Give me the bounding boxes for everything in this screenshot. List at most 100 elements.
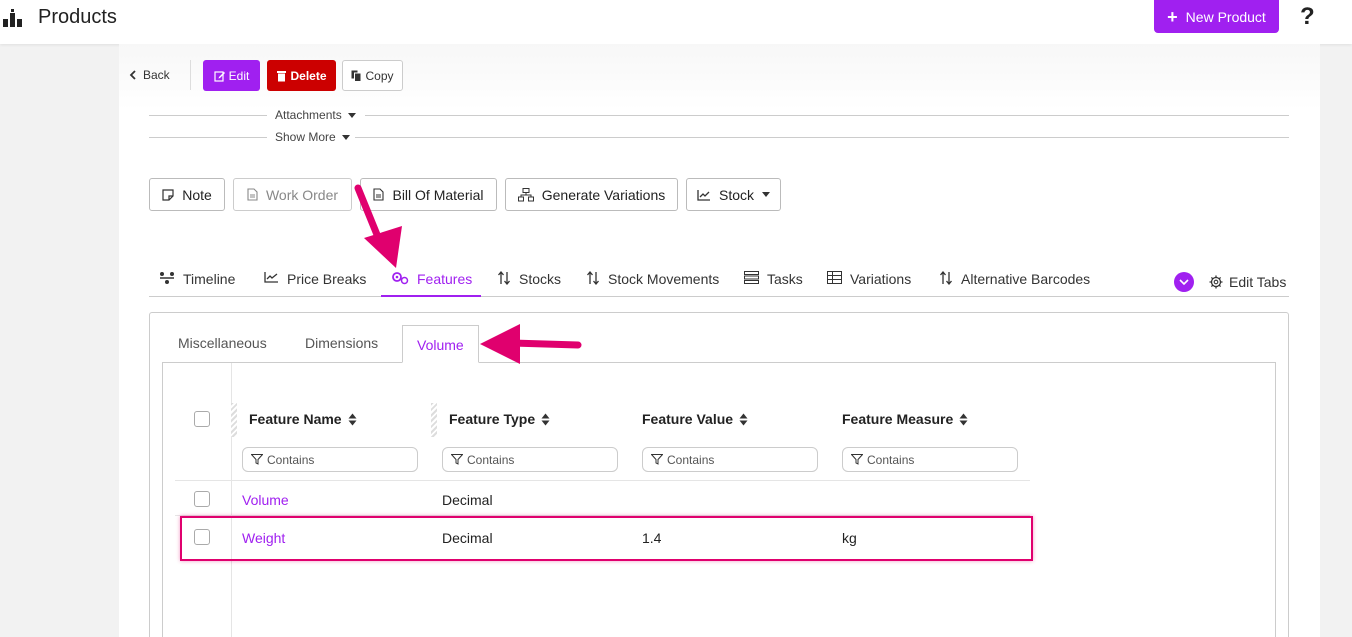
tab-label: Stock Movements bbox=[608, 271, 720, 287]
column-header-feature-type[interactable]: Feature Type bbox=[449, 411, 550, 427]
note-icon bbox=[162, 188, 174, 201]
filter-feature-name[interactable]: Contains bbox=[242, 447, 418, 472]
sort-icon bbox=[541, 413, 550, 425]
chart-line-icon bbox=[264, 272, 278, 283]
subtab-dimensions[interactable]: Dimensions bbox=[305, 335, 378, 351]
top-bar: Products + New Product ? bbox=[0, 0, 1352, 44]
caret-down-icon bbox=[347, 113, 356, 119]
tab-label: Price Breaks bbox=[287, 271, 367, 287]
bill-of-material-button[interactable]: Bill Of Material bbox=[360, 178, 497, 211]
edit-label: Edit bbox=[228, 68, 250, 83]
filter-placeholder: Contains bbox=[867, 452, 915, 467]
filter-feature-measure[interactable]: Contains bbox=[842, 447, 1018, 472]
work-order-button[interactable]: Work Order bbox=[233, 178, 352, 211]
tab-tasks[interactable]: Tasks bbox=[744, 271, 803, 297]
column-header-feature-value[interactable]: Feature Value bbox=[642, 411, 748, 427]
note-button[interactable]: Note bbox=[149, 178, 225, 211]
copy-button[interactable]: Copy bbox=[342, 60, 403, 91]
edit-icon bbox=[214, 70, 225, 82]
trash-icon bbox=[277, 70, 287, 81]
delete-button[interactable]: Delete bbox=[267, 60, 336, 91]
chart-line-icon bbox=[697, 189, 710, 201]
tab-price-breaks[interactable]: Price Breaks bbox=[264, 271, 366, 297]
column-header-feature-measure[interactable]: Feature Measure bbox=[842, 411, 968, 427]
new-product-button[interactable]: + New Product bbox=[1154, 0, 1279, 33]
sort-icon bbox=[940, 271, 952, 285]
show-more-label: Show More bbox=[275, 130, 336, 144]
filter-icon bbox=[651, 454, 663, 465]
tab-variations[interactable]: Variations bbox=[827, 271, 911, 297]
page-title: Products bbox=[38, 6, 117, 28]
show-more-toggle[interactable]: Show More bbox=[149, 130, 1289, 144]
features-grid: Feature Name Feature Type Feature Value … bbox=[162, 363, 1276, 637]
delete-label: Delete bbox=[290, 68, 327, 83]
help-icon[interactable]: ? bbox=[1300, 3, 1315, 31]
chevron-down-icon bbox=[1179, 279, 1189, 285]
plus-icon: + bbox=[1167, 6, 1178, 27]
column-header-label: Feature Value bbox=[642, 411, 734, 427]
column-header-label: Feature Measure bbox=[842, 411, 954, 427]
edit-button[interactable]: Edit bbox=[203, 60, 260, 91]
row-checkbox[interactable] bbox=[194, 491, 210, 507]
annotation-highlight-box bbox=[180, 516, 1033, 561]
document-icon bbox=[373, 188, 385, 201]
tab-timeline[interactable]: Timeline bbox=[159, 271, 235, 297]
feature-type-cell: Decimal bbox=[442, 492, 493, 508]
tab-label: Features bbox=[417, 271, 473, 287]
work-order-label: Work Order bbox=[265, 186, 339, 203]
list-icon bbox=[744, 271, 759, 284]
tab-stock-movements[interactable]: Stock Movements bbox=[586, 271, 719, 297]
timeline-icon bbox=[160, 272, 174, 284]
caret-down-icon bbox=[762, 192, 770, 197]
sitemap-icon bbox=[517, 187, 534, 201]
column-resize-handle[interactable] bbox=[231, 403, 237, 437]
column-resize-handle[interactable] bbox=[431, 403, 437, 437]
filter-feature-value[interactable]: Contains bbox=[642, 447, 818, 472]
note-label: Note bbox=[182, 186, 212, 203]
sort-icon bbox=[587, 271, 599, 285]
filter-placeholder: Contains bbox=[467, 452, 515, 467]
copy-icon bbox=[351, 70, 362, 82]
copy-label: Copy bbox=[365, 68, 394, 83]
tabs-more-button[interactable] bbox=[1174, 272, 1194, 292]
attachments-toggle[interactable]: Attachments bbox=[149, 108, 1289, 122]
caret-down-icon bbox=[341, 135, 350, 141]
filter-feature-type[interactable]: Contains bbox=[442, 447, 618, 472]
attachments-label: Attachments bbox=[275, 108, 342, 122]
back-button[interactable]: Back bbox=[129, 68, 170, 82]
new-product-label: New Product bbox=[1185, 8, 1266, 25]
generate-variations-label: Generate Variations bbox=[541, 186, 666, 203]
column-header-feature-name[interactable]: Feature Name bbox=[249, 411, 357, 427]
edit-tabs-button[interactable]: Edit Tabs bbox=[1209, 274, 1286, 290]
product-tabs: Timeline Price Breaks Features Stocks St… bbox=[149, 265, 1289, 297]
subtab-miscellaneous[interactable]: Miscellaneous bbox=[178, 335, 267, 351]
filter-placeholder: Contains bbox=[267, 452, 315, 467]
tab-label: Stocks bbox=[519, 271, 562, 287]
filter-placeholder: Contains bbox=[667, 452, 715, 467]
gears-icon bbox=[392, 272, 409, 285]
tab-label: Timeline bbox=[183, 271, 236, 287]
feature-name-link[interactable]: Volume bbox=[242, 492, 289, 508]
toolbar-separator bbox=[190, 60, 191, 90]
sort-icon bbox=[739, 413, 748, 425]
filter-icon bbox=[851, 454, 863, 465]
stock-dropdown-button[interactable]: Stock bbox=[686, 178, 781, 211]
sort-icon bbox=[348, 413, 357, 425]
back-label: Back bbox=[143, 68, 170, 82]
edit-tabs-label: Edit Tabs bbox=[1229, 274, 1287, 290]
tab-label: Tasks bbox=[767, 271, 803, 287]
stock-label: Stock bbox=[718, 186, 754, 203]
bill-of-material-label: Bill Of Material bbox=[392, 186, 484, 203]
subtab-volume[interactable]: Volume bbox=[402, 325, 479, 363]
tab-stocks[interactable]: Stocks bbox=[497, 271, 561, 297]
table-icon bbox=[827, 271, 842, 284]
filter-icon bbox=[451, 454, 463, 465]
tab-label: Variations bbox=[850, 271, 912, 287]
filter-icon bbox=[251, 454, 263, 465]
tab-features[interactable]: Features bbox=[381, 271, 481, 297]
generate-variations-button[interactable]: Generate Variations bbox=[505, 178, 678, 211]
tab-alternative-barcodes[interactable]: Alternative Barcodes bbox=[939, 271, 1090, 297]
select-all-checkbox[interactable] bbox=[194, 411, 210, 427]
header-separator bbox=[175, 480, 1030, 481]
document-icon bbox=[247, 188, 258, 201]
